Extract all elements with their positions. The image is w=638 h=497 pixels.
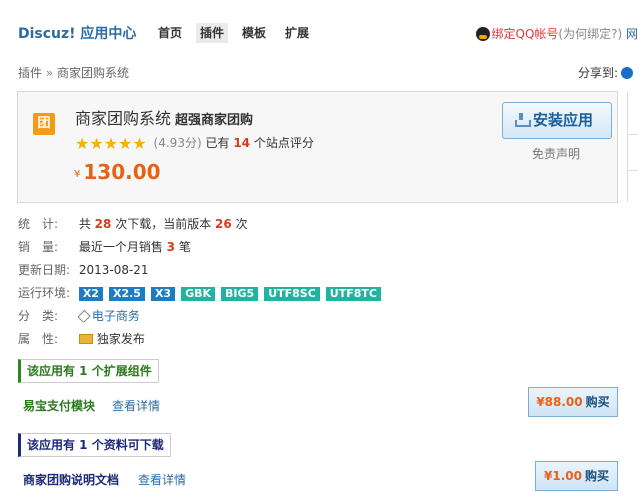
- extension-item-name[interactable]: 易宝支付模块: [23, 397, 95, 414]
- install-app-button[interactable]: 安装应用: [502, 102, 612, 139]
- rating-suffix: 个站点评分: [253, 136, 314, 150]
- site-brand[interactable]: Discuz! 应用中心: [18, 23, 136, 43]
- attribute-label: 属 性:: [18, 332, 59, 346]
- updated-row: 更新日期: 2013-08-21: [18, 261, 149, 278]
- star-icon: ★: [75, 134, 90, 153]
- star-icon: ★: [118, 134, 133, 153]
- version-download-count: 26: [215, 217, 232, 231]
- rating-score: (4.93分): [153, 136, 202, 150]
- extension-detail-link[interactable]: 查看详情: [112, 397, 160, 414]
- attribute-value: 独家发布: [96, 332, 145, 346]
- extension-buy-button[interactable]: ¥88.00 购买: [528, 387, 618, 417]
- updated-label: 更新日期:: [18, 263, 71, 277]
- share-label: 分享到:: [578, 66, 619, 80]
- sales-text: 笔: [178, 240, 191, 254]
- app-summary-card: 团 商家团购系统 超强商家团购 ★★★★★ (4.93分) 已有 14 个站点评分…: [17, 91, 618, 203]
- qq-penguin-icon: [475, 27, 490, 41]
- nav-templates[interactable]: 模板: [238, 23, 270, 43]
- category-label: 分 类:: [18, 309, 59, 323]
- category-row: 分 类: 电子商务: [18, 307, 140, 324]
- doc-item-name[interactable]: 商家团购说明文档: [23, 471, 119, 488]
- rating-count: 14: [233, 136, 251, 150]
- sales-text: 最近一个月销售: [78, 240, 163, 254]
- sales-row: 销 量: 最近一个月销售 3 笔: [18, 238, 191, 255]
- breadcrumb-separator: »: [45, 66, 54, 80]
- nav-plugins[interactable]: 插件: [196, 23, 229, 43]
- env-tag: UTF8TC: [325, 287, 381, 301]
- env-tag: X2.5: [108, 287, 145, 301]
- stats-text: 次: [235, 217, 248, 231]
- app-name: 商家团购系统: [75, 109, 172, 128]
- env-label: 运行环境:: [18, 286, 71, 300]
- doc-buy-button[interactable]: ¥1.00 购买: [535, 461, 618, 491]
- star-icon: ★: [89, 134, 104, 153]
- breadcrumb-current[interactable]: 商家团购系统: [57, 66, 129, 80]
- star-icon: ★: [103, 134, 119, 153]
- download-count: 28: [94, 217, 112, 231]
- tag-icon: [77, 309, 91, 324]
- install-label: 安装应用: [533, 111, 594, 129]
- doc-price: ¥1.00: [544, 469, 582, 483]
- docs-heading: 该应用有 1 个资料可下载: [18, 433, 171, 457]
- qq-bind-area: 绑定QQ帐号(为何绑定?) 网: [475, 25, 638, 42]
- extension-price: ¥88.00: [536, 395, 583, 409]
- sales-count: 3: [166, 240, 176, 254]
- env-tag: BIG5: [221, 287, 259, 301]
- breadcrumb-plugins[interactable]: 插件: [18, 66, 42, 80]
- qq-bind-link[interactable]: 绑定QQ帐号: [492, 27, 559, 41]
- app-tagline: 超强商家团购: [175, 113, 254, 128]
- nav-extensions[interactable]: 扩展: [281, 23, 313, 43]
- updated-date: 2013-08-21: [78, 263, 149, 277]
- qq-bind-note[interactable]: (为何绑定?): [558, 27, 622, 41]
- stats-row: 统 计: 共 28 次下载，当前版本 26 次: [18, 215, 248, 232]
- app-title: 商家团购系统 超强商家团购: [75, 105, 253, 129]
- app-price: ¥130.00: [74, 160, 161, 184]
- rating-stars: ★★★★★: [75, 134, 151, 153]
- exclusive-icon: [78, 334, 93, 344]
- download-icon: [514, 113, 531, 127]
- extensions-heading: 该应用有 1 个扩展组件: [18, 359, 159, 383]
- sidebar-edge: [627, 92, 638, 202]
- doc-detail-link[interactable]: 查看详情: [138, 471, 186, 488]
- breadcrumb: 插件 » 商家团购系统: [18, 64, 129, 81]
- env-tags: X2 X2.5 X3 GBK BIG5 UTF8SC UTF8TC: [78, 286, 387, 301]
- stats-text: 共: [78, 217, 91, 231]
- buy-label: 购买: [585, 395, 610, 409]
- category-link[interactable]: 电子商务: [92, 309, 140, 323]
- star-icon: ★: [132, 134, 147, 153]
- rating-prefix: 已有: [205, 136, 230, 150]
- price-value: 130.00: [83, 160, 161, 184]
- sales-label: 销 量:: [18, 240, 59, 254]
- top-navigation-bar: Discuz! 应用中心 首页 插件 模板 扩展 绑定QQ帐号(为何绑定?) 网: [0, 0, 638, 54]
- buy-label: 购买: [584, 469, 609, 483]
- top-more-link[interactable]: 网: [626, 27, 638, 41]
- attribute-row: 属 性: 独家发布: [18, 330, 145, 347]
- nav-home[interactable]: 首页: [154, 23, 186, 43]
- qq-share-icon[interactable]: [621, 67, 634, 79]
- env-tag: GBK: [181, 287, 216, 301]
- price-currency: ¥: [74, 169, 81, 180]
- stats-label: 统 计:: [18, 217, 59, 231]
- env-row: 运行环境: X2 X2.5 X3 GBK BIG5 UTF8SC UTF8TC: [18, 284, 387, 301]
- app-logo: 团: [33, 113, 55, 135]
- env-tag: UTF8SC: [264, 287, 320, 301]
- disclaimer-link[interactable]: 免责声明: [532, 145, 580, 162]
- env-tag: X3: [150, 287, 176, 301]
- app-rating: ★★★★★ (4.93分) 已有 14 个站点评分: [75, 134, 314, 153]
- share-bar: 分享到:: [578, 64, 634, 81]
- env-tag: X2: [78, 287, 103, 301]
- stats-text: 次下载，当前版本: [115, 217, 212, 231]
